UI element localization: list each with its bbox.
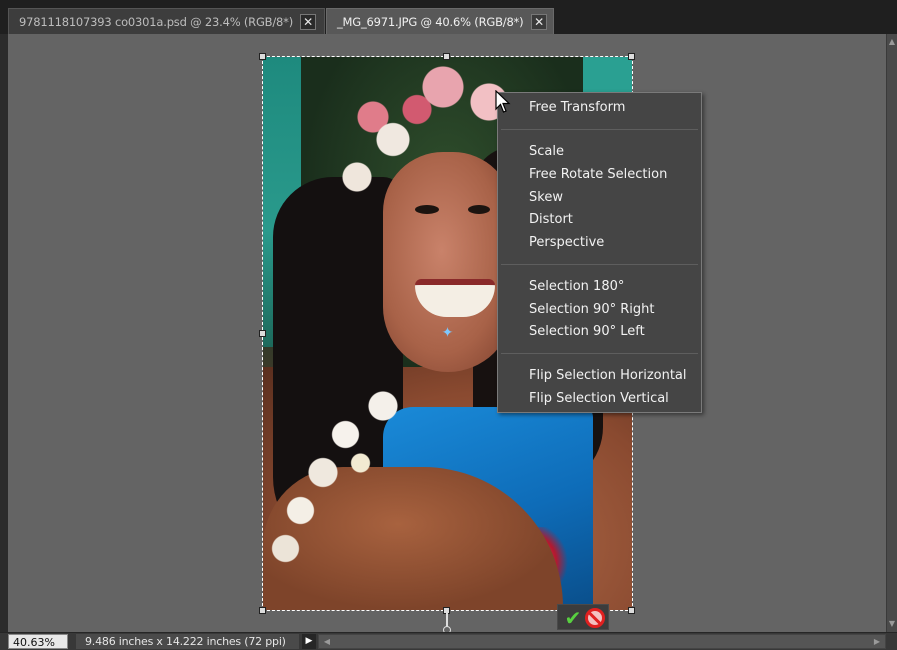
menu-item-flip-selection-horizontal[interactable]: Flip Selection Horizontal (498, 365, 701, 387)
menu-separator (501, 129, 698, 130)
transform-commit-controls: ✔ (557, 604, 609, 630)
tab-co0301a-psd[interactable]: 9781118107393 co0301a.psd @ 23.4% (RGB/8… (8, 8, 325, 34)
menu-separator (501, 264, 698, 265)
transform-handle-bottom-right[interactable] (628, 607, 635, 614)
tab-label: _MG_6971.JPG @ 40.6% (RGB/8*) (337, 14, 524, 29)
status-menu-arrow-icon[interactable]: ▶ (302, 634, 316, 649)
cancel-icon[interactable] (585, 608, 605, 628)
menu-item-flip-selection-vertical[interactable]: Flip Selection Vertical (498, 388, 701, 410)
transform-handle-left[interactable] (259, 330, 266, 337)
document-tab-bar: 9781118107393 co0301a.psd @ 23.4% (RGB/8… (0, 0, 897, 34)
menu-item-selection-180[interactable]: Selection 180° (498, 276, 701, 298)
reference-point-icon[interactable]: ✦ (441, 326, 454, 340)
mouse-pointer-icon (495, 90, 511, 113)
transform-handle-top-left[interactable] (259, 53, 266, 60)
zoom-level-field[interactable]: 40.63% (8, 634, 68, 649)
photo-background-teal (583, 57, 632, 97)
vertical-scrollbar[interactable]: ▲ ▼ (886, 34, 897, 632)
tab-label: 9781118107393 co0301a.psd @ 23.4% (RGB/8… (19, 14, 293, 29)
scroll-up-icon[interactable]: ▲ (887, 36, 897, 48)
menu-separator (501, 353, 698, 354)
scroll-right-icon[interactable]: ▶ (871, 635, 883, 648)
close-icon[interactable]: ✕ (300, 14, 316, 30)
photo-lei (263, 387, 413, 577)
checkmark-icon[interactable]: ✔ (562, 607, 584, 629)
menu-item-free-transform[interactable]: Free Transform (498, 97, 701, 119)
transform-context-menu: Free Transform Scale Free Rotate Selecti… (497, 92, 702, 413)
tab-mg-6971-jpg[interactable]: _MG_6971.JPG @ 40.6% (RGB/8*) ✕ (326, 8, 554, 34)
menu-item-free-rotate-selection[interactable]: Free Rotate Selection (498, 164, 701, 186)
transform-handle-top-right[interactable] (628, 53, 635, 60)
scroll-down-icon[interactable]: ▼ (887, 618, 897, 630)
scroll-left-icon[interactable]: ◀ (321, 635, 333, 648)
document-info: 9.486 inches x 14.222 inches (72 ppi) (76, 634, 299, 649)
horizontal-scrollbar[interactable]: ◀ ▶ (318, 634, 886, 649)
menu-item-selection-90-left[interactable]: Selection 90° Left (498, 321, 701, 343)
menu-item-selection-90-right[interactable]: Selection 90° Right (498, 299, 701, 321)
status-bar: 40.63% 9.486 inches x 14.222 inches (72 … (0, 632, 897, 650)
menu-item-scale[interactable]: Scale (498, 141, 701, 163)
menu-item-skew[interactable]: Skew (498, 187, 701, 209)
transform-handle-top[interactable] (443, 53, 450, 60)
menu-item-distort[interactable]: Distort (498, 209, 701, 231)
transform-handle-bottom-left[interactable] (259, 607, 266, 614)
close-icon[interactable]: ✕ (531, 14, 547, 30)
menu-item-perspective[interactable]: Perspective (498, 232, 701, 254)
